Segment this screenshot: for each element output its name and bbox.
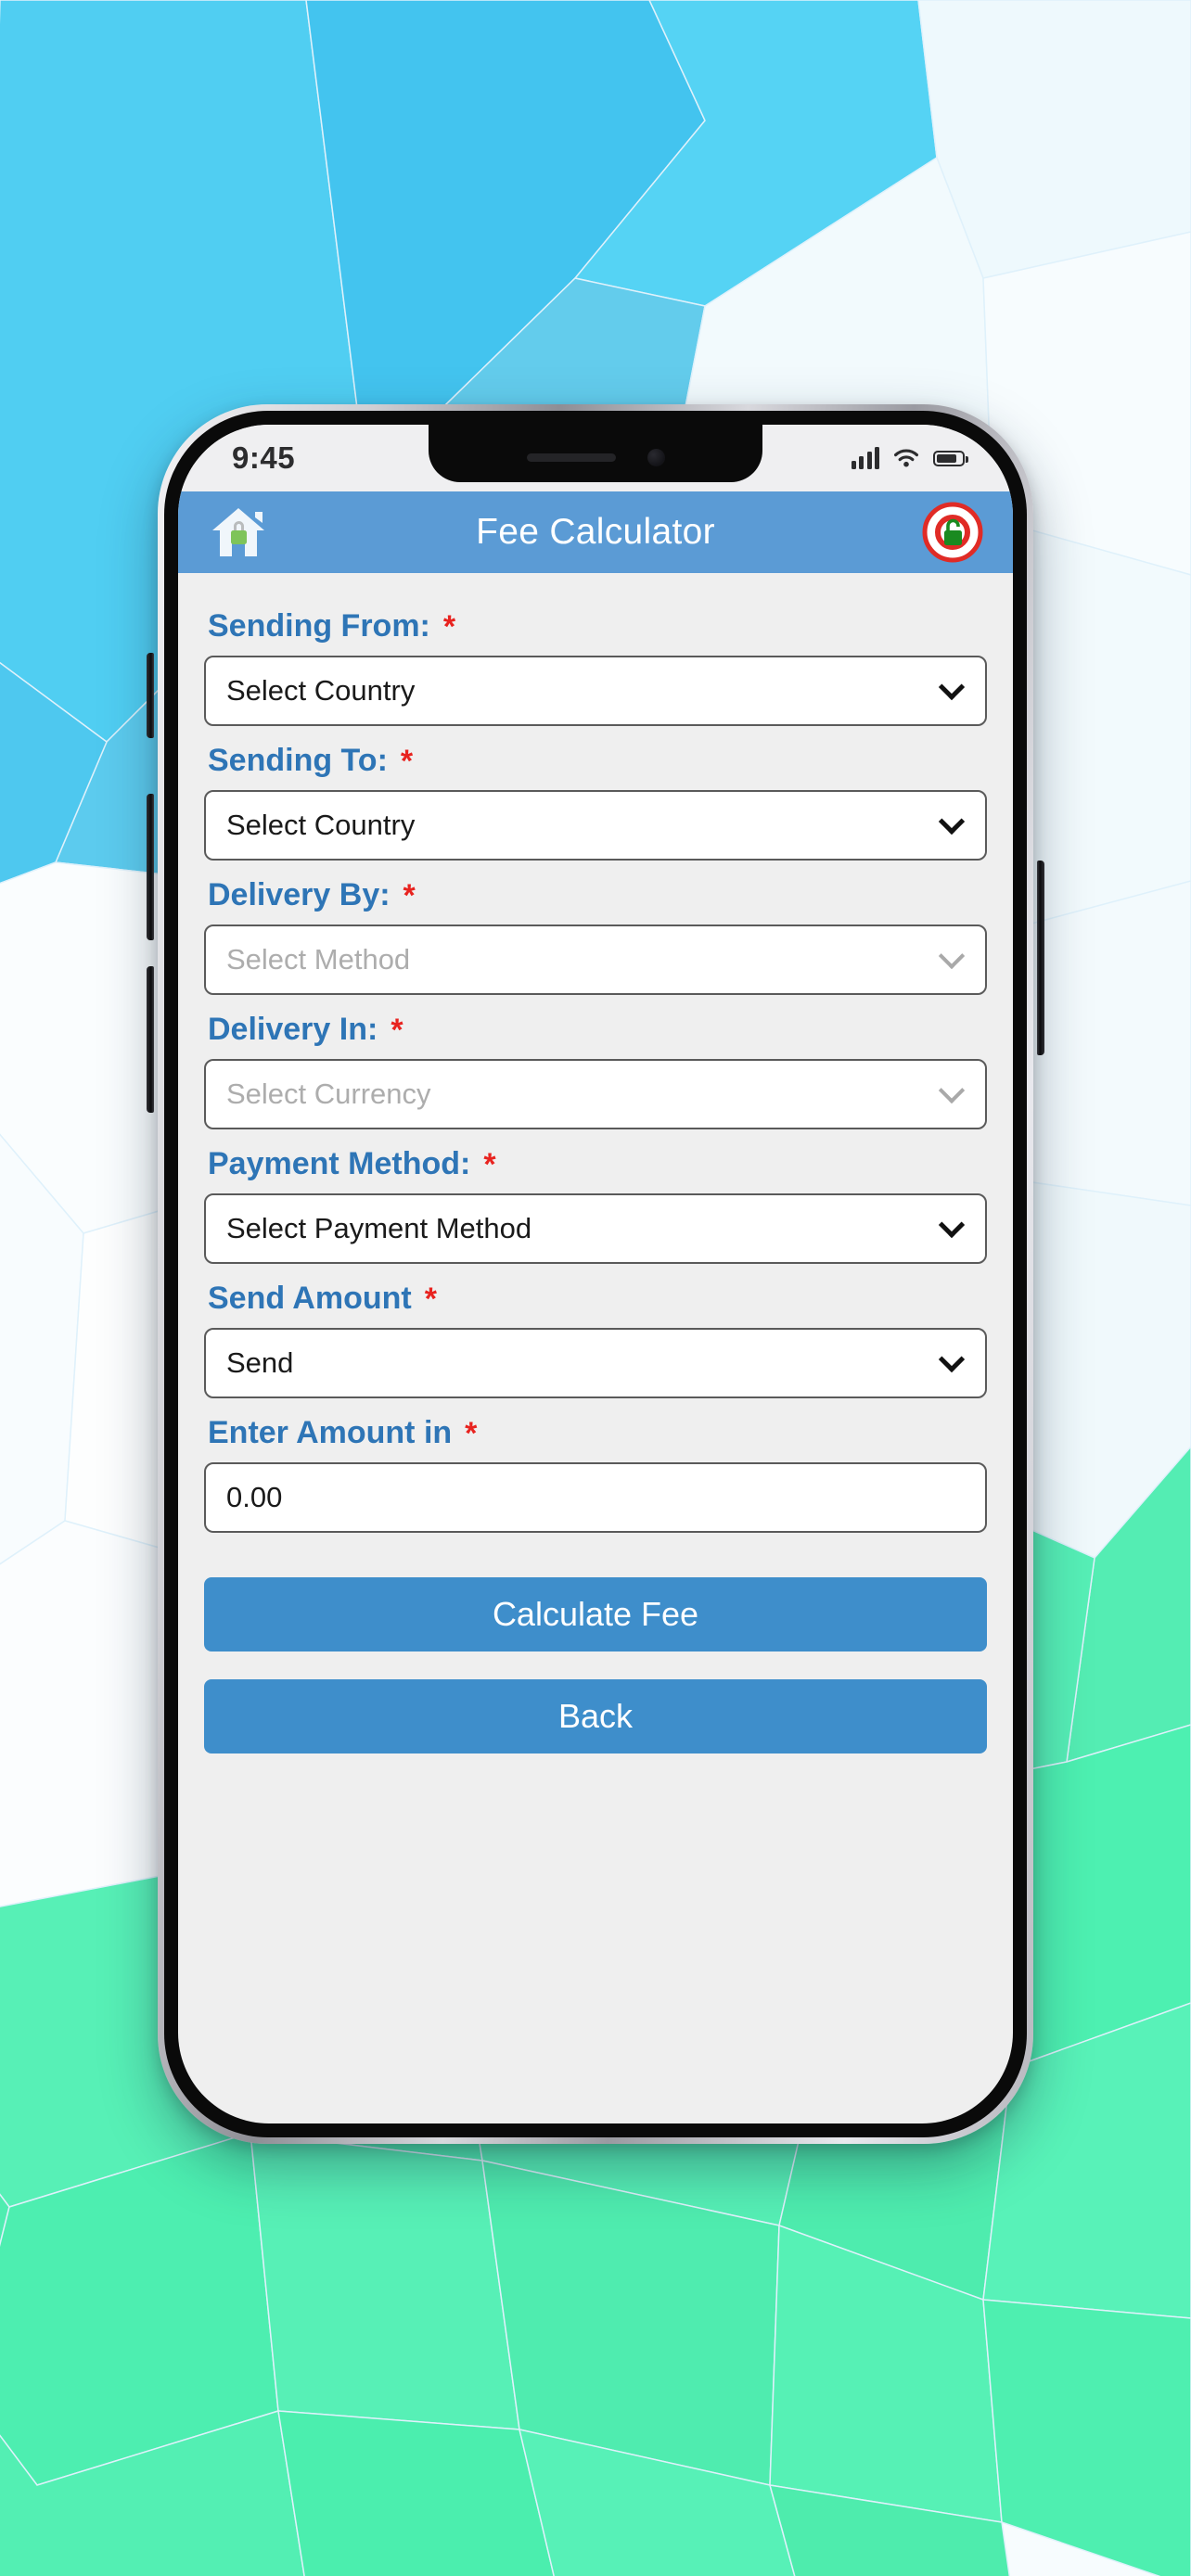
select-placeholder: Select Currency: [226, 1078, 431, 1110]
label-delivery-in: Delivery In: *: [204, 999, 987, 1059]
chevron-down-icon: [938, 808, 966, 835]
secure-session-button[interactable]: [916, 496, 989, 568]
field-send-amount: Send Amount * Send: [204, 1268, 987, 1398]
label-sending-to: Sending To: *: [204, 730, 987, 790]
select-value: Select Payment Method: [226, 1212, 532, 1244]
volume-up-button[interactable]: [147, 794, 154, 940]
field-delivery-by: Delivery By: * Select Method: [204, 864, 987, 995]
secure-lock-target-icon: [922, 502, 983, 563]
select-value: Send: [226, 1346, 294, 1379]
chevron-down-icon: [938, 1077, 966, 1104]
required-asterisk: *: [465, 1415, 478, 1451]
chevron-down-icon: [938, 1345, 966, 1373]
chevron-down-icon: [938, 673, 966, 701]
required-asterisk: *: [391, 1012, 403, 1048]
input-enter-amount[interactable]: 0.00: [204, 1462, 987, 1533]
label-text: Send Amount: [208, 1281, 412, 1316]
signal-bars-icon: [851, 446, 879, 469]
label-sending-from: Sending From: *: [204, 595, 987, 656]
back-button[interactable]: Back: [204, 1679, 987, 1753]
home-lock-icon: [212, 508, 264, 556]
label-text: Delivery In:: [208, 1012, 378, 1047]
chevron-down-icon: [938, 1211, 966, 1239]
label-delivery-by: Delivery By: *: [204, 864, 987, 925]
home-button[interactable]: [202, 496, 275, 568]
speaker-grille-icon: [526, 453, 616, 462]
select-payment-method[interactable]: Select Payment Method: [204, 1193, 987, 1264]
required-asterisk: *: [424, 1281, 437, 1317]
select-delivery-in[interactable]: Select Currency: [204, 1059, 987, 1129]
field-sending-to: Sending To: * Select Country: [204, 730, 987, 861]
field-sending-from: Sending From: * Select Country: [204, 595, 987, 726]
front-camera-icon: [647, 448, 665, 466]
app-header-bar: Fee Calculator: [178, 491, 1013, 573]
label-send-amount: Send Amount *: [204, 1268, 987, 1328]
select-value: Select Country: [226, 674, 416, 707]
fee-calculator-form: Sending From: * Select Country Sending T…: [178, 573, 1013, 1753]
field-payment-method: Payment Method: * Select Payment Method: [204, 1133, 987, 1264]
status-indicators: [851, 446, 968, 469]
amount-value: 0.00: [226, 1481, 283, 1513]
label-text: Enter Amount in: [208, 1415, 453, 1450]
required-asterisk: *: [400, 743, 414, 779]
field-delivery-in: Delivery In: * Select Currency: [204, 999, 987, 1129]
required-asterisk: *: [483, 1146, 496, 1182]
page-title: Fee Calculator: [476, 512, 715, 552]
silent-switch[interactable]: [147, 653, 154, 738]
chevron-down-icon: [938, 942, 966, 970]
notch: [429, 425, 762, 482]
label-enter-amount: Enter Amount in *: [204, 1402, 987, 1462]
required-asterisk: *: [442, 608, 456, 644]
phone-device: 9:45 Fee Calculator Sending From: * Sele…: [147, 404, 1044, 2144]
label-payment-method: Payment Method: *: [204, 1133, 987, 1193]
select-value: Select Country: [226, 809, 416, 841]
label-text: Sending From:: [208, 608, 430, 644]
field-enter-amount: Enter Amount in * 0.00: [204, 1402, 987, 1533]
wifi-icon: [894, 448, 918, 466]
select-send-amount[interactable]: Send: [204, 1328, 987, 1398]
select-sending-to[interactable]: Select Country: [204, 790, 987, 861]
select-placeholder: Select Method: [226, 943, 411, 976]
label-text: Payment Method:: [208, 1146, 471, 1181]
label-text: Delivery By:: [208, 877, 391, 912]
phone-bezel: 9:45 Fee Calculator Sending From: * Sele…: [164, 411, 1027, 2137]
select-delivery-by[interactable]: Select Method: [204, 925, 987, 995]
phone-screen: 9:45 Fee Calculator Sending From: * Sele…: [178, 425, 1013, 2123]
calculate-fee-button[interactable]: Calculate Fee: [204, 1577, 987, 1651]
volume-down-button[interactable]: [147, 966, 154, 1113]
select-sending-from[interactable]: Select Country: [204, 656, 987, 726]
battery-icon: [933, 450, 968, 466]
label-text: Sending To:: [208, 743, 388, 778]
required-asterisk: *: [403, 877, 416, 913]
power-button[interactable]: [1037, 861, 1044, 1055]
status-clock: 9:45: [232, 440, 296, 475]
